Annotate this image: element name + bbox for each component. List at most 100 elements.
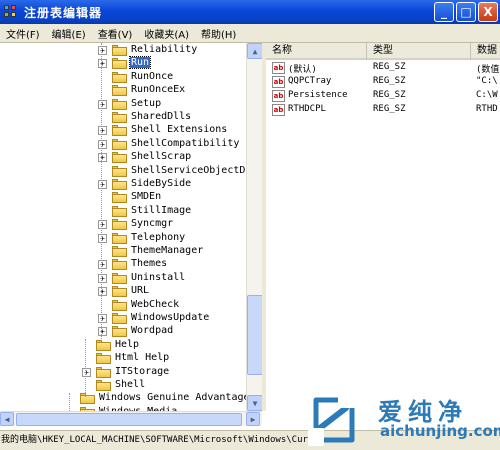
tree-item-label[interactable]: RunOnce [130, 71, 174, 82]
expand-plus-icon[interactable]: + [82, 367, 91, 377]
tree-item[interactable]: + Themes [0, 258, 246, 271]
value-type-cell: REG_SZ [373, 90, 406, 100]
scroll-thumb[interactable] [247, 295, 263, 375]
tree-item-label[interactable]: Shell [114, 379, 146, 390]
tree-item[interactable]: SharedDlls [0, 111, 246, 124]
tree-item[interactable]: + ShellScrap [0, 151, 246, 164]
tree-vertical-scrollbar[interactable]: ▲ ▼ [246, 43, 263, 411]
tree-item-label[interactable]: Wordpad [130, 325, 174, 336]
menu-edit[interactable]: 编辑(E) [46, 26, 92, 41]
tree-item[interactable]: Html Help [0, 352, 246, 365]
list-item[interactable]: ab Persistence REG_SZ C:\W [266, 90, 500, 103]
tree-item-label[interactable]: Html Help [114, 352, 170, 363]
scroll-left-arrow-icon[interactable]: ◀ [0, 412, 14, 426]
expand-plus-icon[interactable]: + [98, 46, 107, 55]
tree-item-label[interactable]: ThemeManager [130, 245, 204, 256]
column-header-name[interactable]: 名称 [266, 43, 367, 60]
menu-favorites[interactable]: 收藏夹(A) [138, 26, 195, 41]
tree-item[interactable]: + Reliability [0, 44, 246, 57]
tree-item[interactable]: Windows Genuine Advantage [0, 392, 250, 405]
expand-plus-icon[interactable]: + [98, 59, 107, 69]
expand-plus-icon[interactable]: + [98, 314, 107, 323]
tree-item-label[interactable]: Syncmgr [130, 218, 174, 229]
tree-item-label[interactable]: ShellCompatibility [130, 138, 240, 149]
folder-icon [80, 393, 95, 405]
minimize-button[interactable]: _ [434, 2, 454, 22]
tree-item[interactable]: StillImage [0, 205, 246, 218]
menu-view[interactable]: 查看(V) [92, 26, 139, 41]
tree-item-label[interactable]: Shell Extensions [130, 124, 228, 135]
tree-item-label[interactable]: WindowsUpdate [130, 312, 210, 323]
expand-plus-icon[interactable]: + [98, 180, 107, 189]
expand-plus-icon[interactable]: + [98, 273, 107, 283]
tree-item[interactable]: + Setup [0, 98, 246, 111]
tree-item[interactable]: + SideBySide [0, 178, 246, 191]
tree-item[interactable]: + ITStorage [0, 366, 246, 379]
tree-item[interactable]: + Syncmgr [0, 218, 246, 231]
tree-item-label[interactable]: WebCheck [130, 299, 180, 310]
tree-item-label[interactable]: Reliability [130, 44, 198, 55]
tree-connector-line [101, 43, 102, 339]
tree-item-label[interactable]: Setup [130, 98, 162, 109]
title-bar: 注册表编辑器 _ □ X [0, 0, 500, 24]
tree-item[interactable]: ThemeManager [0, 245, 246, 258]
tree-item[interactable]: + URL [0, 285, 246, 298]
horizontal-scroll-thumb[interactable] [16, 413, 242, 426]
tree-item[interactable]: + Run [0, 56, 246, 70]
expand-plus-icon[interactable]: + [98, 287, 107, 297]
tree-item[interactable]: RunOnce [0, 71, 246, 84]
tree-connector-line [85, 339, 86, 397]
scroll-down-arrow-icon[interactable]: ▼ [247, 395, 263, 411]
expand-plus-icon[interactable]: + [98, 233, 107, 243]
tree-item-label[interactable]: Windows Genuine Advantage [98, 392, 251, 403]
tree-item[interactable]: WebCheck [0, 299, 246, 312]
close-button[interactable]: X [478, 2, 498, 22]
expand-plus-icon[interactable]: + [98, 153, 107, 163]
tree-item-label[interactable]: Help [114, 339, 140, 350]
expand-plus-icon[interactable]: + [98, 220, 107, 230]
tree-item-label[interactable]: SMDEn [130, 191, 162, 202]
tree-item[interactable]: + ShellCompatibility [0, 138, 246, 151]
tree-item-label[interactable]: Uninstall [130, 272, 186, 283]
menu-file[interactable]: 文件(F) [0, 26, 46, 41]
tree-item-label[interactable]: SideBySide [130, 178, 192, 189]
tree-item-label[interactable]: StillImage [130, 205, 192, 216]
tree-item[interactable]: + Uninstall [0, 272, 246, 285]
folder-icon [96, 380, 111, 391]
tree-item[interactable]: RunOnceEx [0, 84, 246, 97]
scroll-right-arrow-icon[interactable]: ▶ [246, 412, 260, 426]
expand-plus-icon[interactable]: + [98, 126, 107, 136]
tree-item-label[interactable]: SharedDlls [130, 111, 192, 122]
tree-item-label[interactable]: ShellScrap [130, 151, 192, 162]
expand-plus-icon[interactable]: + [98, 139, 107, 149]
tree-item[interactable]: ShellServiceObjectDelay [0, 165, 262, 178]
tree-item[interactable]: + WindowsUpdate [0, 312, 246, 325]
tree-item[interactable]: + Shell Extensions [0, 124, 246, 137]
expand-plus-icon[interactable]: + [98, 260, 107, 270]
scroll-up-arrow-icon[interactable]: ▲ [247, 43, 263, 59]
expand-plus-icon[interactable]: + [98, 99, 107, 109]
tree-item[interactable]: Help [0, 339, 246, 352]
tree-item-label[interactable]: RunOnceEx [130, 84, 186, 95]
list-item[interactable]: ab (默认) REG_SZ (数值 [266, 62, 500, 75]
tree-horizontal-scrollbar[interactable]: ◀ ▶ [0, 411, 262, 426]
window-title: 注册表编辑器 [24, 5, 103, 20]
list-item[interactable]: ab RTHDCPL REG_SZ RTHD [266, 104, 500, 117]
maximize-button[interactable]: □ [456, 2, 476, 22]
tree-item-label[interactable]: Telephony [130, 232, 186, 243]
tree-item[interactable]: SMDEn [0, 191, 246, 204]
tree-item[interactable]: + Wordpad [0, 325, 246, 338]
folder-icon [112, 205, 127, 217]
expand-plus-icon[interactable]: + [98, 327, 107, 337]
column-header-type[interactable]: 类型 [367, 43, 471, 60]
menu-help[interactable]: 帮助(H) [195, 26, 242, 41]
tree-item-label[interactable]: Themes [130, 258, 168, 269]
list-item[interactable]: ab QQPCTray REG_SZ "C:\ [266, 76, 500, 89]
tree-item[interactable]: + Telephony [0, 232, 246, 245]
tree-item-label[interactable]: ITStorage [114, 366, 170, 377]
tree-item-label[interactable]: URL [130, 285, 150, 296]
tree-item[interactable]: Shell [0, 379, 246, 392]
tree-item-label[interactable]: Run [128, 56, 152, 70]
column-header-data[interactable]: 数据 [471, 43, 500, 60]
tree-item-label[interactable]: ShellServiceObjectDelay [130, 165, 262, 176]
